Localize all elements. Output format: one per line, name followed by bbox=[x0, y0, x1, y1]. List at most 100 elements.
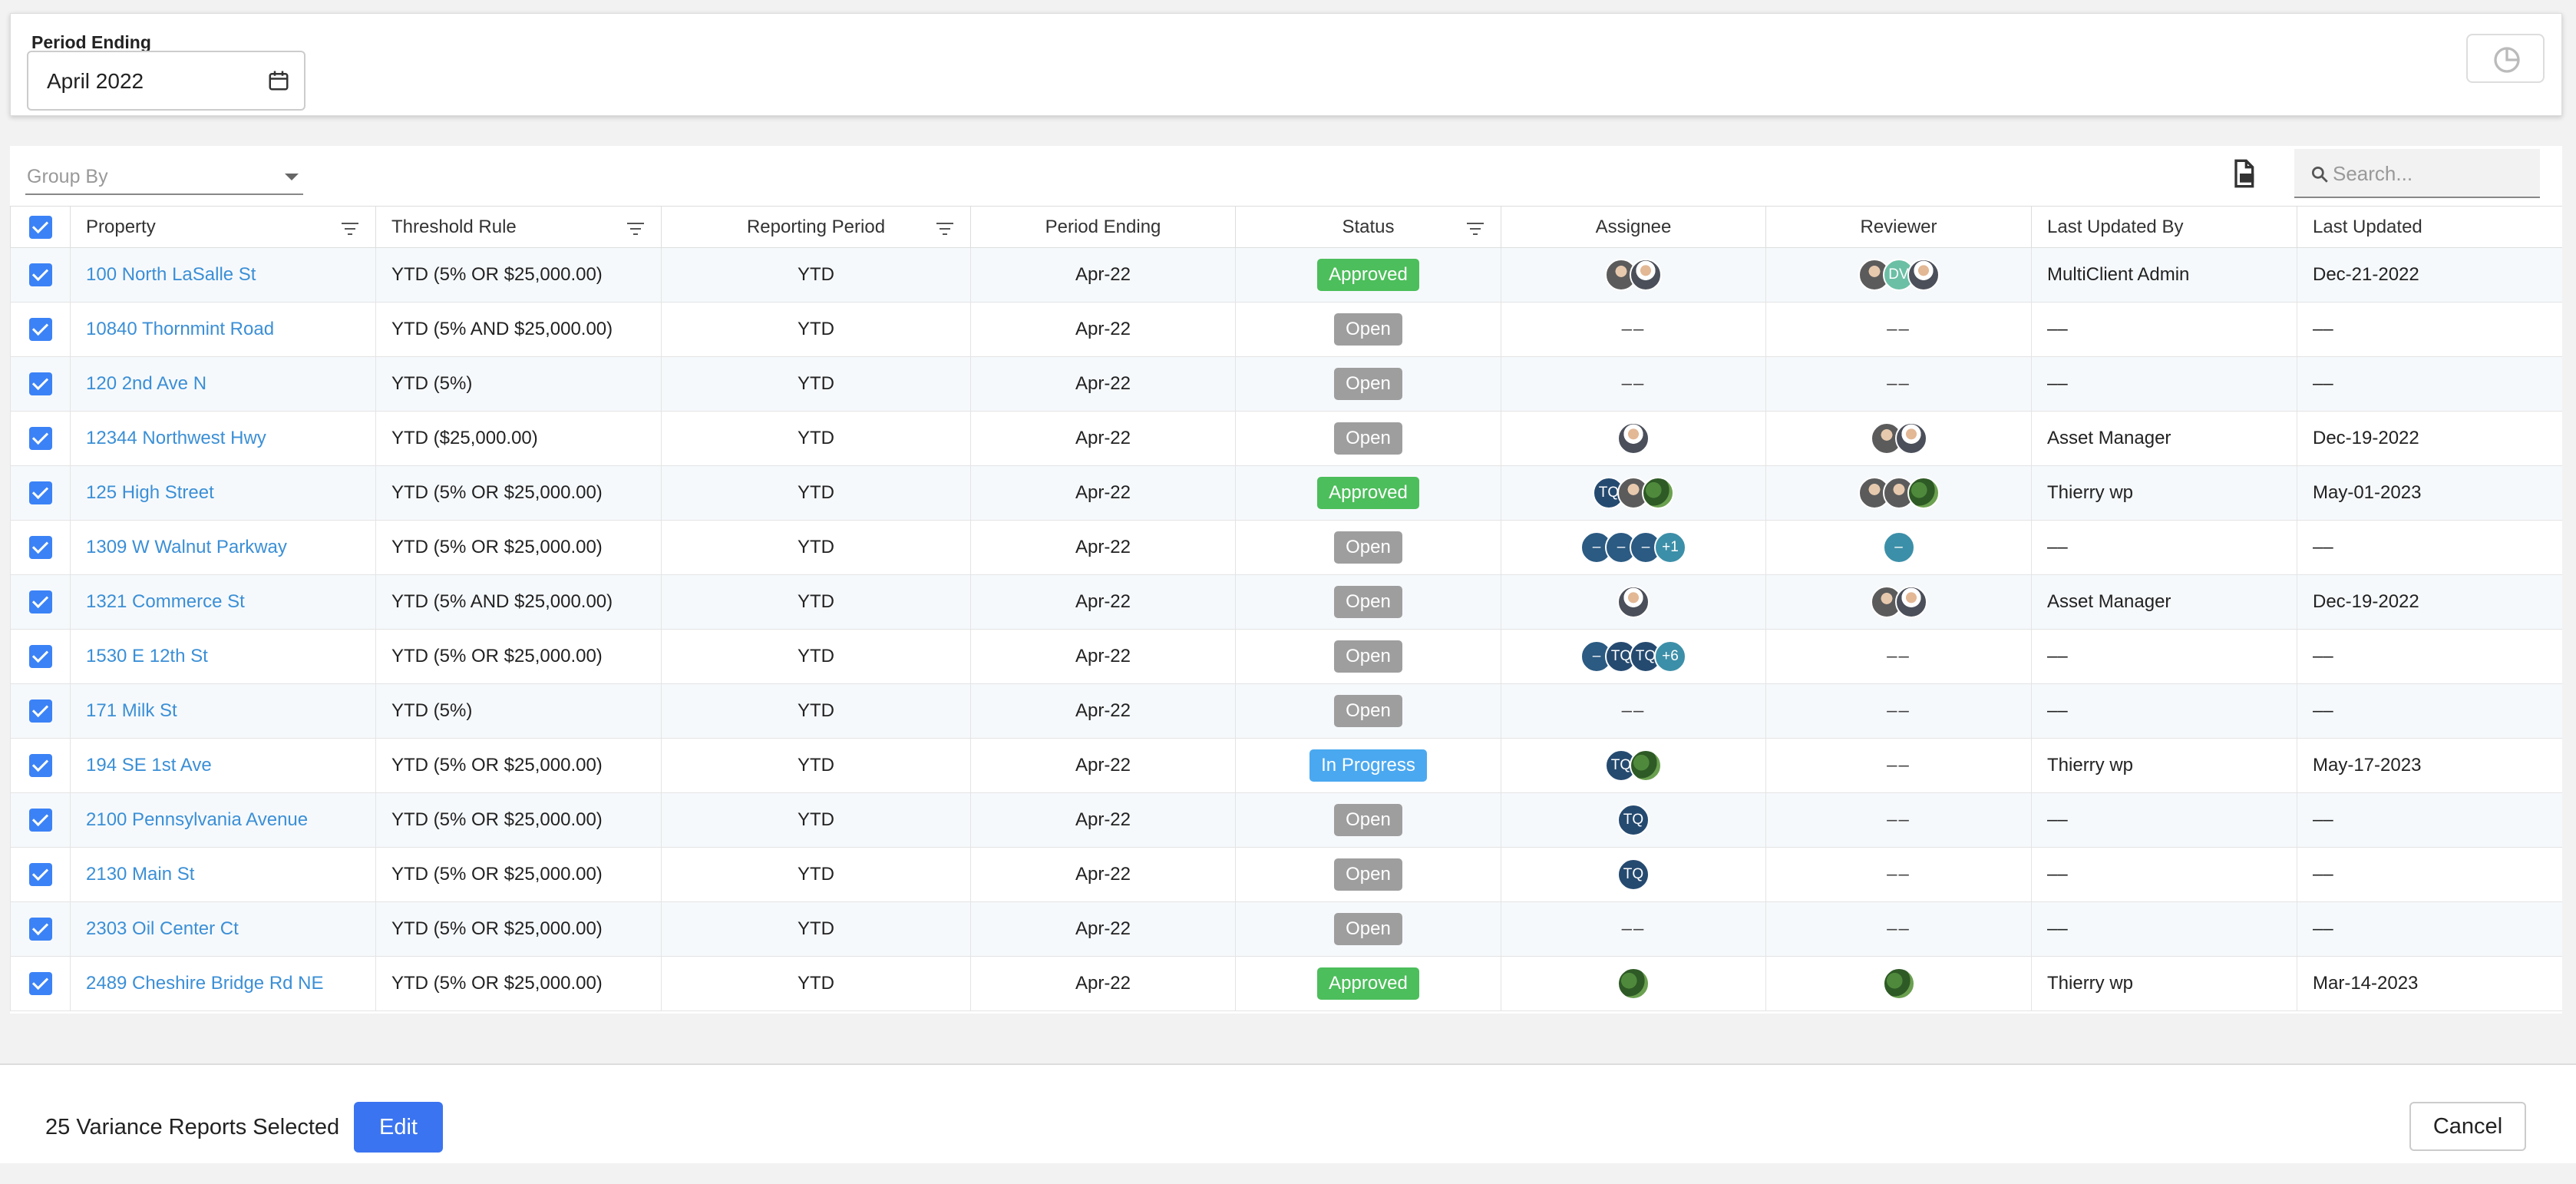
column-header-reporting-period[interactable]: Reporting Period bbox=[661, 206, 971, 248]
avatar[interactable] bbox=[1642, 477, 1674, 509]
row-checkbox[interactable] bbox=[28, 263, 52, 286]
row-checkbox[interactable] bbox=[28, 590, 52, 613]
table-row[interactable]: 100 North LaSalle St YTD (5% OR $25,000.0… bbox=[10, 247, 2562, 303]
avatar-group[interactable]: TQ bbox=[1617, 858, 1650, 891]
row-checkbox[interactable] bbox=[28, 754, 52, 777]
avatar[interactable] bbox=[1617, 586, 1650, 618]
row-checkbox[interactable] bbox=[28, 918, 52, 941]
property-link[interactable]: 12344 Northwest Hwy bbox=[86, 428, 266, 448]
row-checkbox[interactable] bbox=[28, 699, 52, 723]
avatar-group[interactable] bbox=[1870, 422, 1927, 455]
avatar-group[interactable]: DV bbox=[1858, 259, 1940, 291]
column-header-threshold-rule[interactable]: Threshold Rule bbox=[375, 206, 662, 248]
export-file-icon[interactable] bbox=[2228, 158, 2259, 189]
property-link[interactable]: 10840 Thornmint Road bbox=[86, 319, 274, 339]
avatar[interactable]: +1 bbox=[1654, 531, 1686, 564]
property-link[interactable]: 171 Milk St bbox=[86, 700, 177, 721]
table-row[interactable]: 2303 Oil Center Ct YTD (5% OR $25,000.00)… bbox=[10, 901, 2562, 957]
column-header-assignee[interactable]: Assignee bbox=[1501, 206, 1766, 248]
avatar-group[interactable]: – bbox=[1882, 531, 1915, 564]
edit-button[interactable]: Edit bbox=[354, 1102, 443, 1153]
row-checkbox[interactable] bbox=[28, 972, 52, 995]
avatar[interactable]: TQ bbox=[1617, 804, 1650, 836]
row-checkbox[interactable] bbox=[28, 536, 52, 559]
property-link[interactable]: 1530 E 12th St bbox=[86, 646, 208, 666]
filter-icon[interactable] bbox=[340, 222, 360, 236]
column-header-period-ending[interactable]: Period Ending bbox=[970, 206, 1236, 248]
column-header-last-updated-by[interactable]: Last Updated By bbox=[2031, 206, 2297, 248]
chart-view-button[interactable] bbox=[2466, 34, 2545, 83]
row-checkbox[interactable] bbox=[28, 863, 52, 886]
avatar-group[interactable]: TQ bbox=[1593, 477, 1674, 509]
avatar[interactable] bbox=[1907, 259, 1940, 291]
select-all-checkbox[interactable] bbox=[28, 215, 52, 239]
avatar[interactable] bbox=[1630, 749, 1662, 782]
avatar-group[interactable] bbox=[1870, 586, 1927, 618]
avatar-group[interactable] bbox=[1617, 586, 1650, 618]
search-box[interactable] bbox=[2294, 149, 2540, 198]
table-row[interactable]: 2130 Main St YTD (5% OR $25,000.00) YTD Apr… bbox=[10, 847, 2562, 902]
filter-icon[interactable] bbox=[1465, 222, 1485, 236]
avatar[interactable] bbox=[1882, 967, 1915, 1000]
table-row[interactable]: 2489 Cheshire Bridge Rd NE YTD (5% OR $25… bbox=[10, 956, 2562, 1011]
property-link[interactable]: 125 High Street bbox=[86, 482, 214, 503]
cancel-button[interactable]: Cancel bbox=[2409, 1102, 2526, 1151]
column-header-last-updated[interactable]: Last Updated bbox=[2297, 206, 2562, 248]
table-row[interactable]: 10840 Thornmint Road YTD (5% AND $25,000.… bbox=[10, 302, 2562, 357]
avatar-group[interactable] bbox=[1858, 477, 1940, 509]
avatar-group[interactable]: TQ bbox=[1605, 749, 1662, 782]
avatar[interactable] bbox=[1630, 259, 1662, 291]
property-link[interactable]: 1321 Commerce St bbox=[86, 591, 245, 612]
avatar[interactable]: +6 bbox=[1654, 640, 1686, 673]
table-row[interactable]: 12344 Northwest Hwy YTD ($25,000.00) YTD Ap… bbox=[10, 411, 2562, 466]
filter-icon[interactable] bbox=[935, 222, 955, 236]
property-link[interactable]: 194 SE 1st Ave bbox=[86, 755, 212, 776]
avatar[interactable]: – bbox=[1882, 531, 1915, 564]
column-header-reviewer[interactable]: Reviewer bbox=[1765, 206, 2032, 248]
table-row[interactable]: 2100 Pennsylvania Avenue YTD (5% OR $25,0… bbox=[10, 792, 2562, 848]
avatar-group[interactable] bbox=[1617, 967, 1650, 1000]
avatar[interactable] bbox=[1617, 422, 1650, 455]
table-row[interactable]: 1321 Commerce St YTD (5% AND $25,000.00) Y… bbox=[10, 574, 2562, 630]
group-by-select[interactable]: Group By bbox=[25, 160, 303, 195]
property-link[interactable]: 2303 Oil Center Ct bbox=[86, 918, 239, 939]
avatar[interactable] bbox=[1617, 967, 1650, 1000]
row-checkbox[interactable] bbox=[28, 481, 52, 504]
avatar[interactable] bbox=[1894, 586, 1927, 618]
avatar[interactable] bbox=[1894, 422, 1927, 455]
filter-icon[interactable] bbox=[626, 222, 646, 236]
row-checkbox[interactable] bbox=[28, 427, 52, 450]
assignee-cell: –– bbox=[1501, 901, 1766, 957]
property-link[interactable]: 2130 Main St bbox=[86, 864, 194, 885]
table-row[interactable]: 1530 E 12th St YTD (5% OR $25,000.00) YTD A… bbox=[10, 629, 2562, 684]
table-row[interactable]: 194 SE 1st Ave YTD (5% OR $25,000.00) YTD A… bbox=[10, 738, 2562, 793]
row-checkbox[interactable] bbox=[28, 645, 52, 668]
property-link[interactable]: 1309 W Walnut Parkway bbox=[86, 537, 287, 557]
row-checkbox[interactable] bbox=[28, 318, 52, 341]
avatar-group[interactable]: TQ bbox=[1617, 804, 1650, 836]
row-checkbox[interactable] bbox=[28, 809, 52, 832]
avatar-group[interactable]: – TQ TQ +6 bbox=[1580, 640, 1686, 673]
calendar-icon[interactable] bbox=[267, 69, 290, 92]
property-link[interactable]: 2489 Cheshire Bridge Rd NE bbox=[86, 973, 324, 994]
period-ending-picker[interactable]: April 2022 bbox=[27, 51, 305, 111]
search-input[interactable] bbox=[2333, 158, 2532, 189]
table-row[interactable]: 125 High Street YTD (5% OR $25,000.00) YTD… bbox=[10, 465, 2562, 521]
table-row[interactable]: 171 Milk St YTD (5%) YTD Apr-22 Open –– –– –– –– bbox=[10, 683, 2562, 739]
column-header-status[interactable]: Status bbox=[1235, 206, 1501, 248]
avatar[interactable]: TQ bbox=[1617, 858, 1650, 891]
avatar-group[interactable]: – – – +1 bbox=[1580, 531, 1686, 564]
row-checkbox[interactable] bbox=[28, 372, 52, 395]
avatar[interactable] bbox=[1907, 477, 1940, 509]
property-link[interactable]: 2100 Pennsylvania Avenue bbox=[86, 809, 308, 830]
table-row[interactable]: 1309 W Walnut Parkway YTD (5% OR $25,000.… bbox=[10, 520, 2562, 575]
select-all-header[interactable] bbox=[10, 206, 71, 248]
avatar-group[interactable] bbox=[1882, 967, 1915, 1000]
avatar-group[interactable] bbox=[1605, 259, 1662, 291]
property-link[interactable]: 100 North LaSalle St bbox=[86, 264, 256, 285]
reporting-period-cell: YTD bbox=[661, 847, 971, 902]
avatar-group[interactable] bbox=[1617, 422, 1650, 455]
column-header-property[interactable]: Property bbox=[70, 206, 376, 248]
property-link[interactable]: 120 2nd Ave N bbox=[86, 373, 206, 394]
table-row[interactable]: 120 2nd Ave N YTD (5%) YTD Apr-22 Open –– –– ––… bbox=[10, 356, 2562, 412]
